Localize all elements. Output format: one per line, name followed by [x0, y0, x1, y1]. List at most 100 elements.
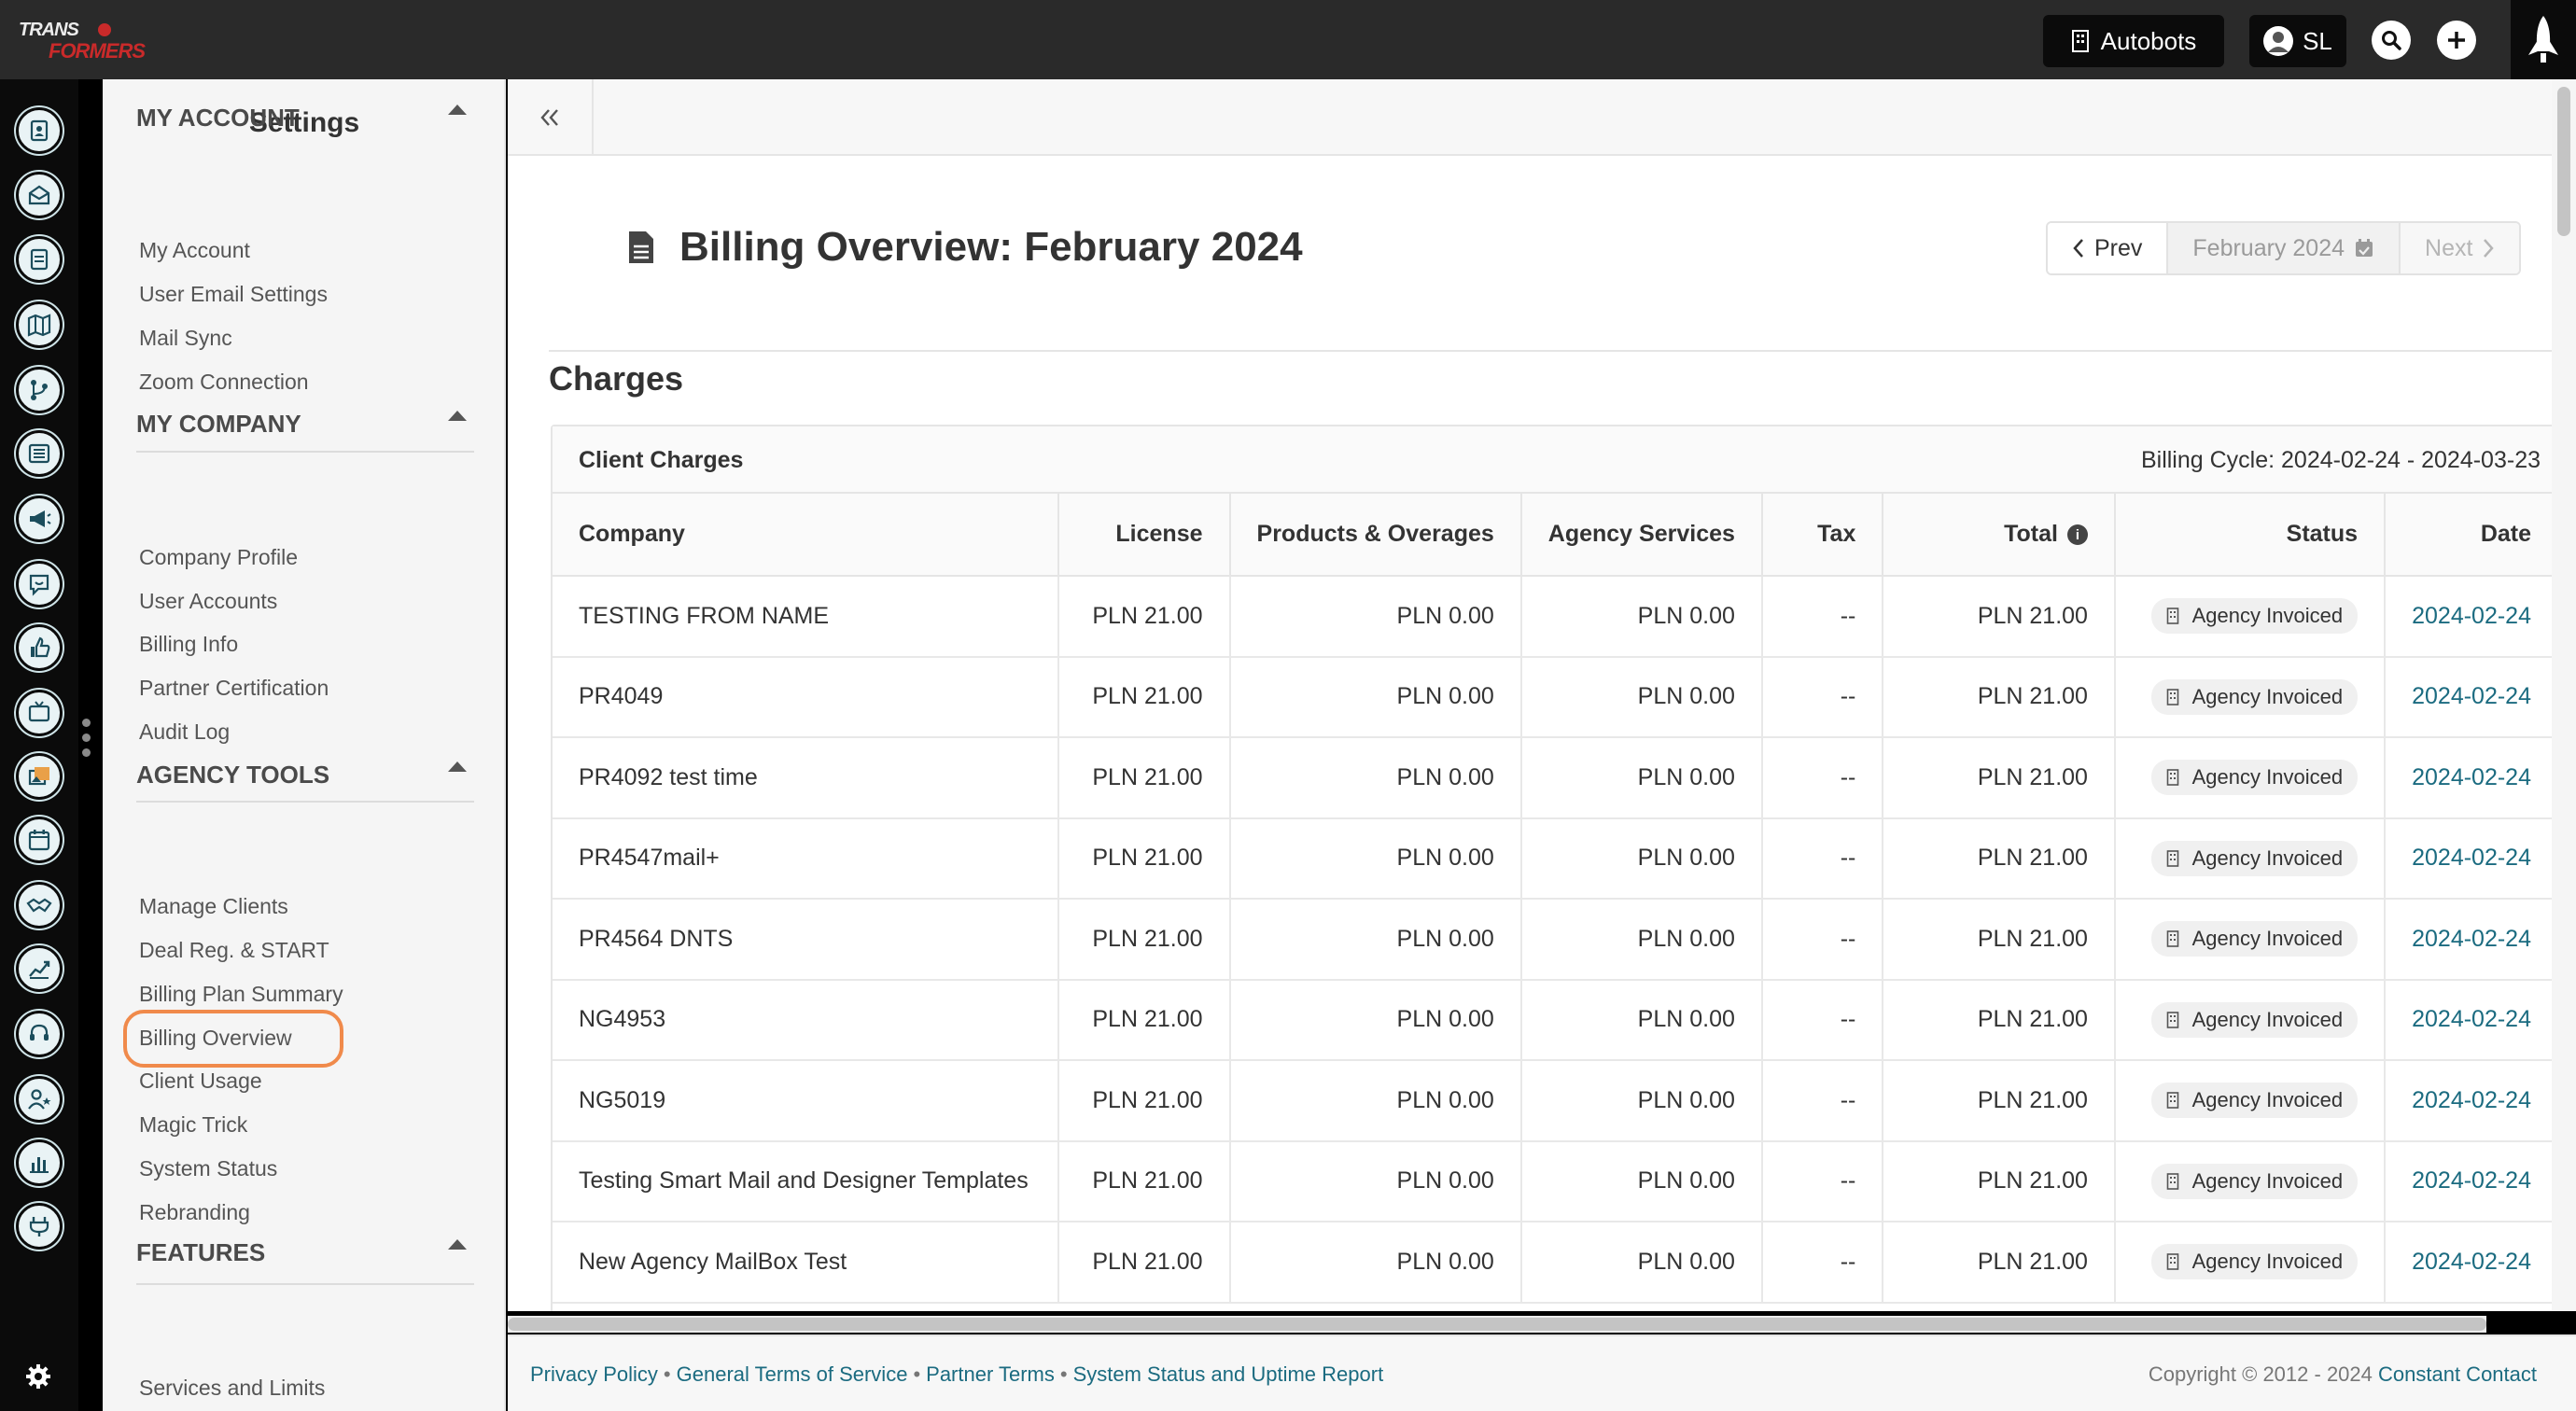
cell-status: Agency Invoiced	[2114, 899, 2387, 981]
info-icon[interactable]: i	[2066, 524, 2088, 546]
date-link[interactable]: 2024-02-24	[2412, 603, 2531, 629]
settings-link-user-email-settings[interactable]: User Email Settings	[139, 282, 328, 307]
section-heading[interactable]: MY COMPANY	[136, 410, 301, 439]
rail-item-megaphone[interactable]	[16, 496, 63, 542]
horizontal-scrollbar[interactable]	[508, 1316, 2486, 1333]
column-header-company[interactable]: Company	[553, 494, 1059, 577]
settings-link-mail-sync[interactable]: Mail Sync	[139, 326, 232, 351]
settings-link-manage-clients[interactable]: Manage Clients	[139, 894, 288, 919]
settings-link-services-and-limits[interactable]: Services and Limits	[139, 1376, 325, 1401]
caret-up-icon[interactable]	[448, 411, 467, 421]
cell-agency-services: PLN 0.00	[1520, 576, 1763, 658]
add-button[interactable]	[2437, 21, 2476, 60]
rail-item-reports[interactable]	[16, 236, 63, 283]
section-heading[interactable]: AGENCY TOOLS	[136, 761, 329, 789]
resize-handle[interactable]	[82, 719, 91, 767]
rail-item-bar-chart[interactable]	[16, 1139, 63, 1186]
cell-value: Testing Smart Mail and Designer Template…	[579, 1167, 1029, 1194]
brand-logo[interactable]: TRANS FORMERS	[15, 13, 192, 65]
column-header-date[interactable]: Date	[2385, 494, 2552, 577]
settings-link-billing-overview[interactable]: Billing Overview	[139, 1026, 292, 1051]
rail-item-branch[interactable]	[16, 367, 63, 413]
rail-item-growth-chart[interactable]	[16, 945, 63, 992]
launch-button[interactable]	[2511, 0, 2576, 79]
cell-company: PR4547mail+	[553, 817, 1059, 900]
footer-link-general-terms-of-service[interactable]: General Terms of Service	[677, 1362, 908, 1386]
settings-link-deal-reg-start[interactable]: Deal Reg. & START	[139, 938, 329, 963]
settings-link-user-accounts[interactable]: User Accounts	[139, 589, 277, 614]
settings-link-billing-info[interactable]: Billing Info	[139, 632, 238, 657]
cell-value: PLN 21.00	[1092, 602, 1203, 629]
date-link[interactable]: 2024-02-24	[2412, 926, 2531, 952]
rail-item-image-gallery[interactable]	[16, 753, 63, 800]
settings-link-magic-trick[interactable]: Magic Trick	[139, 1112, 247, 1138]
brand-link[interactable]: Constant Contact	[2378, 1362, 2537, 1386]
column-header-agency-services[interactable]: Agency Services	[1520, 494, 1763, 577]
prev-label: Prev	[2094, 234, 2143, 261]
date-link[interactable]: 2024-02-24	[2412, 1167, 2531, 1194]
cell-value: --	[1840, 845, 1856, 872]
date-link[interactable]: 2024-02-24	[2412, 1249, 2531, 1275]
agency-switcher-button[interactable]: Autobots	[2043, 15, 2224, 67]
rail-item-campaigns[interactable]	[16, 172, 63, 218]
settings-link-my-account[interactable]: My Account	[139, 238, 250, 263]
section-heading[interactable]: MY ACCOUNT	[136, 104, 300, 133]
caret-up-icon[interactable]	[448, 1239, 467, 1250]
cell-agency-services: PLN 0.00	[1520, 979, 1763, 1061]
date-link[interactable]: 2024-02-24	[2412, 845, 2531, 871]
prev-month-button[interactable]: Prev	[2048, 223, 2169, 273]
month-picker[interactable]: February 2024	[2168, 223, 2401, 273]
rail-item-list[interactable]	[16, 430, 63, 477]
collapse-sidebar-button[interactable]	[508, 79, 594, 156]
date-link[interactable]: 2024-02-24	[2412, 1087, 2531, 1113]
user-menu-button[interactable]: SL	[2249, 15, 2346, 67]
section-heading[interactable]: FEATURES	[136, 1238, 265, 1267]
settings-link-rebranding[interactable]: Rebranding	[139, 1200, 250, 1225]
settings-link-partner-certification[interactable]: Partner Certification	[139, 676, 329, 701]
rail-item-calendar[interactable]	[16, 817, 63, 863]
column-header-license[interactable]: License	[1057, 494, 1231, 577]
caret-up-icon[interactable]	[448, 761, 467, 772]
status-label: Agency Invoiced	[2191, 845, 2344, 870]
settings-link-billing-plan-summary[interactable]: Billing Plan Summary	[139, 982, 343, 1007]
rail-item-chat[interactable]	[16, 561, 63, 608]
rail-item-map[interactable]	[16, 301, 63, 348]
footer-link-system-status-and-uptime-report[interactable]: System Status and Uptime Report	[1073, 1362, 1384, 1386]
next-month-button[interactable]: Next	[2401, 223, 2520, 273]
column-header-tax[interactable]: Tax	[1761, 494, 1884, 577]
footer-link-partner-terms[interactable]: Partner Terms	[926, 1362, 1055, 1386]
date-link[interactable]: 2024-02-24	[2412, 1006, 2531, 1032]
vertical-scrollbar[interactable]	[2552, 79, 2576, 1311]
table-row: NG4953 PLN 21.00 PLN 0.00 PLN 0.00 -- PLN 21.…	[553, 979, 2552, 1061]
cell-value: PLN 0.00	[1396, 1167, 1494, 1194]
settings-link-zoom-connection[interactable]: Zoom Connection	[139, 370, 309, 395]
cell-products-overages: PLN 0.00	[1229, 576, 1522, 658]
rail-item-support-headset[interactable]	[16, 1011, 63, 1057]
search-button[interactable]	[2372, 21, 2411, 60]
date-link[interactable]: 2024-02-24	[2412, 764, 2531, 790]
cell-value: PLN 0.00	[1396, 683, 1494, 710]
rail-item-user-star[interactable]	[16, 1076, 63, 1123]
footer-link-privacy-policy[interactable]: Privacy Policy	[530, 1362, 658, 1386]
caret-up-icon[interactable]	[448, 105, 467, 115]
rail-item-tv[interactable]	[16, 690, 63, 736]
date-link[interactable]: 2024-02-24	[2412, 683, 2531, 709]
settings-button[interactable]	[24, 1362, 52, 1390]
rail-item-thumbs-up[interactable]	[16, 624, 63, 671]
rail-item-contacts[interactable]	[16, 107, 63, 154]
column-header-total[interactable]: Total i	[1883, 494, 2116, 577]
column-header-products-overages[interactable]: Products & Overages	[1229, 494, 1522, 577]
settings-link-company-profile[interactable]: Company Profile	[139, 545, 298, 570]
svg-text:FORMERS: FORMERS	[49, 39, 146, 63]
rail-item-handshake[interactable]	[16, 882, 63, 929]
rail-item-plug[interactable]	[16, 1203, 63, 1250]
cell-license: PLN 21.00	[1057, 1060, 1231, 1142]
svg-text:TRANS: TRANS	[19, 20, 80, 40]
status-badge: Agency Invoiced	[2150, 921, 2359, 957]
settings-link-system-status[interactable]: System Status	[139, 1156, 277, 1181]
handshake-icon	[26, 898, 52, 913]
column-header-status[interactable]: Status	[2114, 494, 2387, 577]
thumbs-up-icon	[31, 636, 50, 658]
settings-link-client-usage[interactable]: Client Usage	[139, 1069, 262, 1094]
settings-link-audit-log[interactable]: Audit Log	[139, 719, 230, 745]
